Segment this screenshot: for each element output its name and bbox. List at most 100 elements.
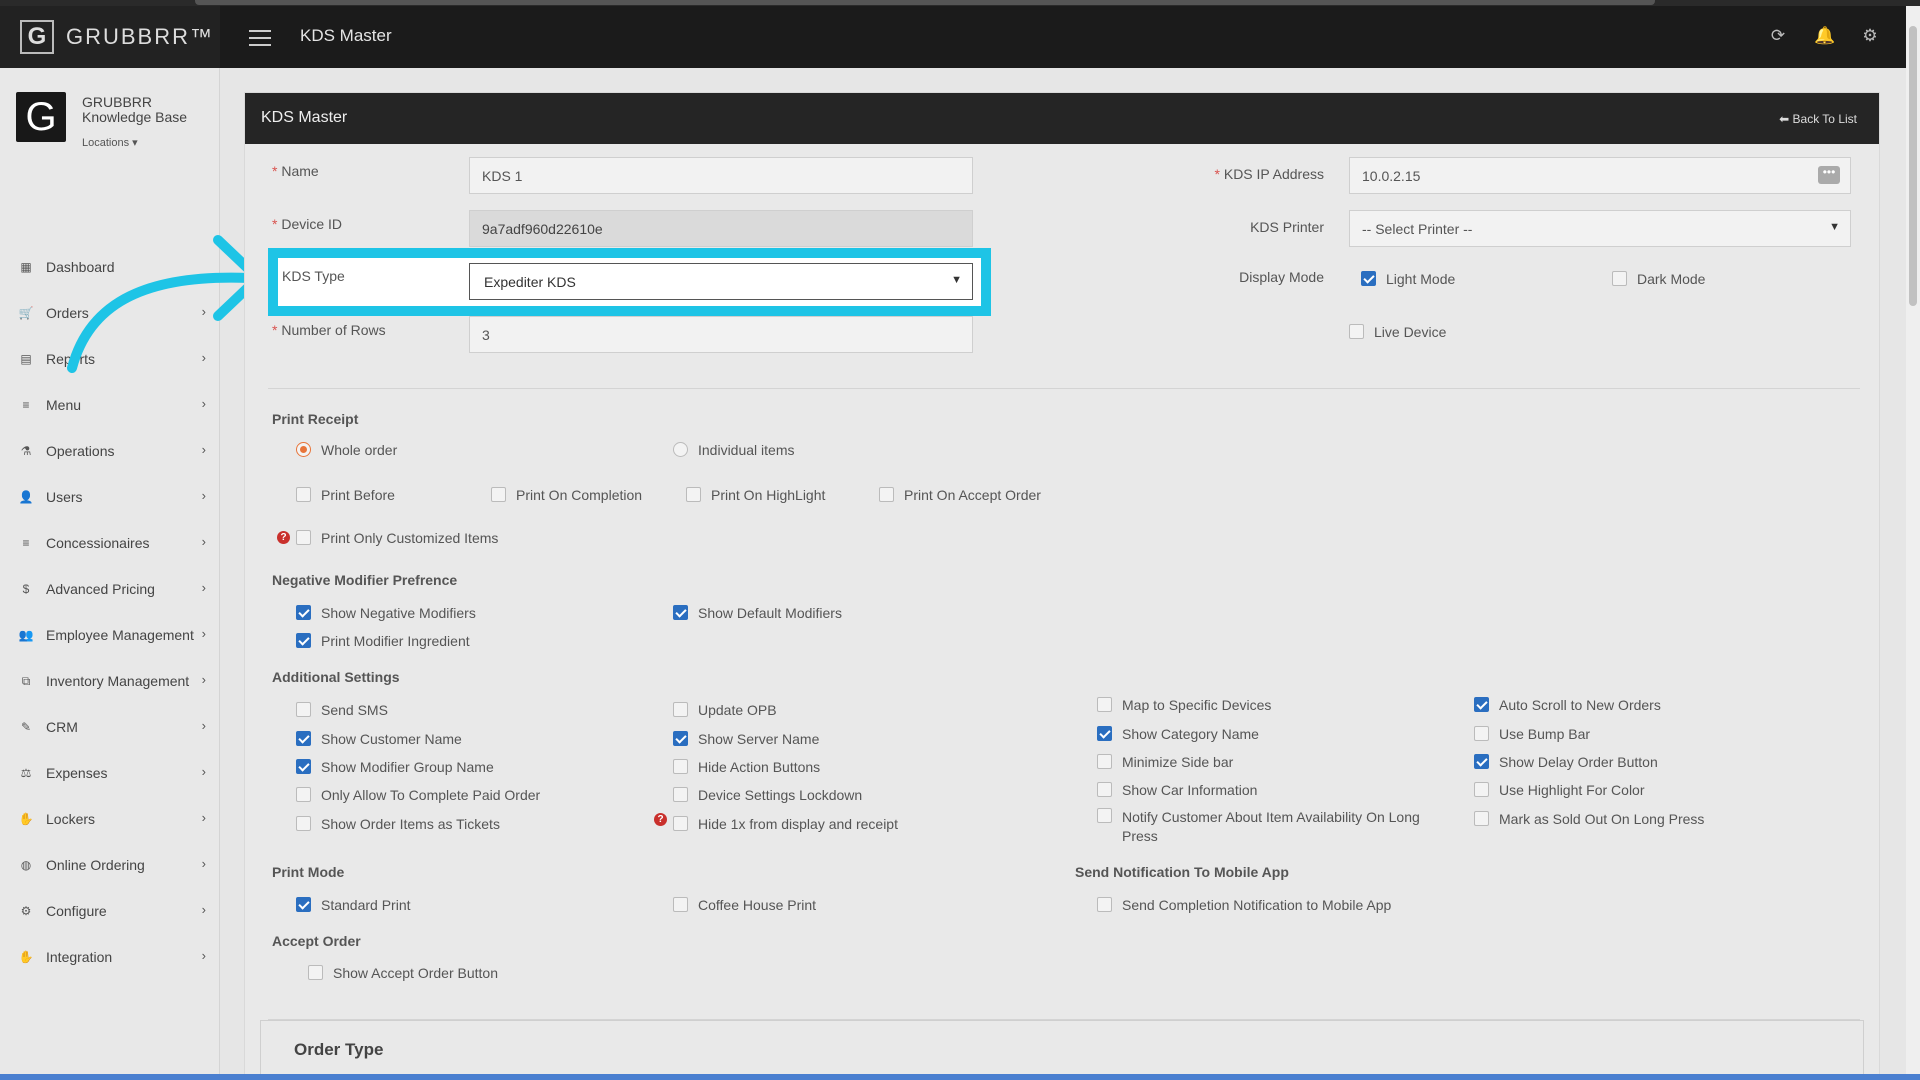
- checkbox-checked-icon: [296, 731, 311, 746]
- sidebar-item-integration[interactable]: ✋ Integration ›: [0, 934, 220, 980]
- show-negative-checkbox[interactable]: Show Negative Modifiers: [296, 605, 476, 621]
- printer-select[interactable]: -- Select Printer -- ▼: [1349, 210, 1851, 247]
- show-accept-order-checkbox[interactable]: Show Accept Order Button: [308, 965, 498, 981]
- scrollbar[interactable]: [1906, 6, 1920, 1074]
- sidebar-item-concessionaires[interactable]: ≡ Concessionaires ›: [0, 520, 220, 566]
- help-icon[interactable]: ?: [654, 813, 667, 826]
- show-tickets-checkbox[interactable]: Show Order Items as Tickets: [296, 816, 500, 832]
- send-sms-checkbox[interactable]: Send SMS: [296, 702, 388, 718]
- sidebar-item-lockers[interactable]: ✋ Lockers ›: [0, 796, 220, 842]
- sidebar-item-users[interactable]: 👤 Users ›: [0, 474, 220, 520]
- gear-icon[interactable]: ⚙: [1860, 26, 1880, 46]
- show-car-checkbox[interactable]: Show Car Information: [1097, 782, 1257, 798]
- radio-selected-icon: [296, 442, 311, 457]
- avatar: G: [16, 92, 66, 142]
- sidebar-item-inventory-management[interactable]: ⧉ Inventory Management ›: [0, 658, 220, 704]
- show-delay-checkbox[interactable]: Show Delay Order Button: [1474, 754, 1658, 770]
- minimize-side-checkbox[interactable]: Minimize Side bar: [1097, 754, 1233, 770]
- device-lockdown-checkbox[interactable]: Device Settings Lockdown: [673, 787, 862, 803]
- update-opb-checkbox[interactable]: Update OPB: [673, 702, 777, 718]
- only-allow-checkbox[interactable]: Only Allow To Complete Paid Order: [296, 787, 540, 803]
- locations-dropdown[interactable]: Locations ▾: [82, 136, 138, 149]
- checkbox-checked-icon: [296, 605, 311, 620]
- checkbox-checked-icon: [296, 759, 311, 774]
- coffee-print-checkbox[interactable]: Coffee House Print: [673, 897, 816, 913]
- browser-tab: [195, 0, 1655, 5]
- dark-mode-checkbox[interactable]: Dark Mode: [1612, 271, 1705, 287]
- sidebar-item-label: Online Ordering: [46, 857, 145, 873]
- notify-customer-checkbox[interactable]: Notify Customer About Item Availability …: [1097, 808, 1427, 846]
- bell-icon[interactable]: 🔔: [1814, 26, 1835, 46]
- use-highlight-checkbox[interactable]: Use Highlight For Color: [1474, 782, 1645, 798]
- checkbox-checked-icon: [296, 633, 311, 648]
- print-on-highlight-checkbox[interactable]: Print On HighLight: [686, 487, 825, 503]
- printer-value: -- Select Printer --: [1362, 221, 1473, 237]
- print-on-accept-checkbox[interactable]: Print On Accept Order: [879, 487, 1041, 503]
- print-ingredient-checkbox[interactable]: Print Modifier Ingredient: [296, 633, 470, 649]
- name-input[interactable]: KDS 1: [469, 157, 973, 194]
- show-customer-checkbox[interactable]: Show Customer Name: [296, 731, 462, 747]
- hide-1x-checkbox[interactable]: Hide 1x from display and receipt: [673, 816, 898, 832]
- sidebar-item-crm[interactable]: ✎ CRM ›: [0, 704, 220, 750]
- map-devices-checkbox[interactable]: Map to Specific Devices: [1097, 697, 1271, 713]
- sidebar-item-advanced-pricing[interactable]: $ Advanced Pricing ›: [0, 566, 220, 612]
- show-modifier-group-checkbox[interactable]: Show Modifier Group Name: [296, 759, 494, 775]
- show-category-checkbox[interactable]: Show Category Name: [1097, 726, 1259, 742]
- ip-input[interactable]: 10.0.2.15 •••: [1349, 157, 1851, 194]
- sidebar-item-configure[interactable]: ⚙ Configure ›: [0, 888, 220, 934]
- more-dots-icon[interactable]: •••: [1818, 166, 1840, 184]
- chevron-right-icon: ›: [201, 626, 206, 641]
- kds-type-select[interactable]: Expediter KDS ▼: [469, 263, 973, 300]
- show-default-checkbox[interactable]: Show Default Modifiers: [673, 605, 842, 621]
- checkbox-icon: [296, 530, 311, 545]
- help-icon[interactable]: ?: [277, 531, 290, 544]
- auto-scroll-checkbox[interactable]: Auto Scroll to New Orders: [1474, 697, 1661, 713]
- rows-input[interactable]: 3: [469, 316, 973, 353]
- sidebar-item-menu[interactable]: ≡ Menu ›: [0, 382, 220, 428]
- refresh-icon[interactable]: ⟳: [1768, 26, 1788, 46]
- print-before-checkbox[interactable]: Print Before: [296, 487, 395, 503]
- hide-action-checkbox[interactable]: Hide Action Buttons: [673, 759, 820, 775]
- mark-sold-out-checkbox[interactable]: Mark as Sold Out On Long Press: [1474, 811, 1704, 827]
- chevron-right-icon: ›: [201, 488, 206, 503]
- nav-icon: 🛒: [18, 306, 34, 320]
- checkbox-icon: [673, 759, 688, 774]
- whole-order-radio[interactable]: Whole order: [296, 442, 397, 458]
- nav-icon: ⚙: [20, 904, 32, 918]
- sidebar-item-online-ordering[interactable]: ◍ Online Ordering ›: [0, 842, 220, 888]
- chevron-down-icon: ▼: [1829, 221, 1840, 233]
- device-id-input[interactable]: 9a7adf960d22610e: [469, 210, 973, 247]
- live-device-checkbox[interactable]: Live Device: [1349, 324, 1446, 340]
- sidebar-item-label: Operations: [46, 443, 115, 459]
- individual-items-radio[interactable]: Individual items: [673, 442, 795, 458]
- negative-modifier-heading: Negative Modifier Prefrence: [272, 572, 458, 588]
- additional-settings-heading: Additional Settings: [272, 669, 400, 685]
- sidebar-item-operations[interactable]: ⚗ Operations ›: [0, 428, 220, 474]
- bottom-bar: [0, 1074, 1920, 1080]
- print-on-completion-checkbox[interactable]: Print On Completion: [491, 487, 642, 503]
- sidebar-item-expenses[interactable]: ⚖ Expenses ›: [0, 750, 220, 796]
- print-only-customized-checkbox[interactable]: Print Only Customized Items: [296, 530, 498, 546]
- checkbox-icon: [1349, 324, 1364, 339]
- brand-logo[interactable]: G GRUBBRR™: [0, 6, 220, 68]
- arrow-annotation-icon: [67, 235, 263, 373]
- checkbox-icon: [1474, 726, 1489, 741]
- hamburger-menu-icon[interactable]: [249, 30, 271, 46]
- use-bump-checkbox[interactable]: Use Bump Bar: [1474, 726, 1590, 742]
- scrollbar-thumb[interactable]: [1909, 26, 1917, 306]
- profile-name: GRUBBRR Knowledge Base: [82, 94, 188, 125]
- back-to-list-link[interactable]: ⬅ Back To List: [1779, 112, 1857, 126]
- ip-value: 10.0.2.15: [1362, 168, 1421, 184]
- nav-icon: ⚗: [20, 444, 32, 458]
- kds-type-label: KDS Type: [282, 268, 345, 284]
- checkbox-icon: [673, 787, 688, 802]
- chevron-right-icon: ›: [201, 718, 206, 733]
- show-server-checkbox[interactable]: Show Server Name: [673, 731, 819, 747]
- sidebar-item-employee-management[interactable]: 👥 Employee Management ›: [0, 612, 220, 658]
- checkbox-icon: [308, 965, 323, 980]
- top-bar: G GRUBBRR™ KDS Master ⟳ 🔔 ⚙: [0, 6, 1920, 68]
- standard-print-checkbox[interactable]: Standard Print: [296, 897, 411, 913]
- radio-icon: [673, 442, 688, 457]
- light-mode-checkbox[interactable]: Light Mode: [1361, 271, 1455, 287]
- completion-notification-checkbox[interactable]: Send Completion Notification to Mobile A…: [1097, 897, 1391, 913]
